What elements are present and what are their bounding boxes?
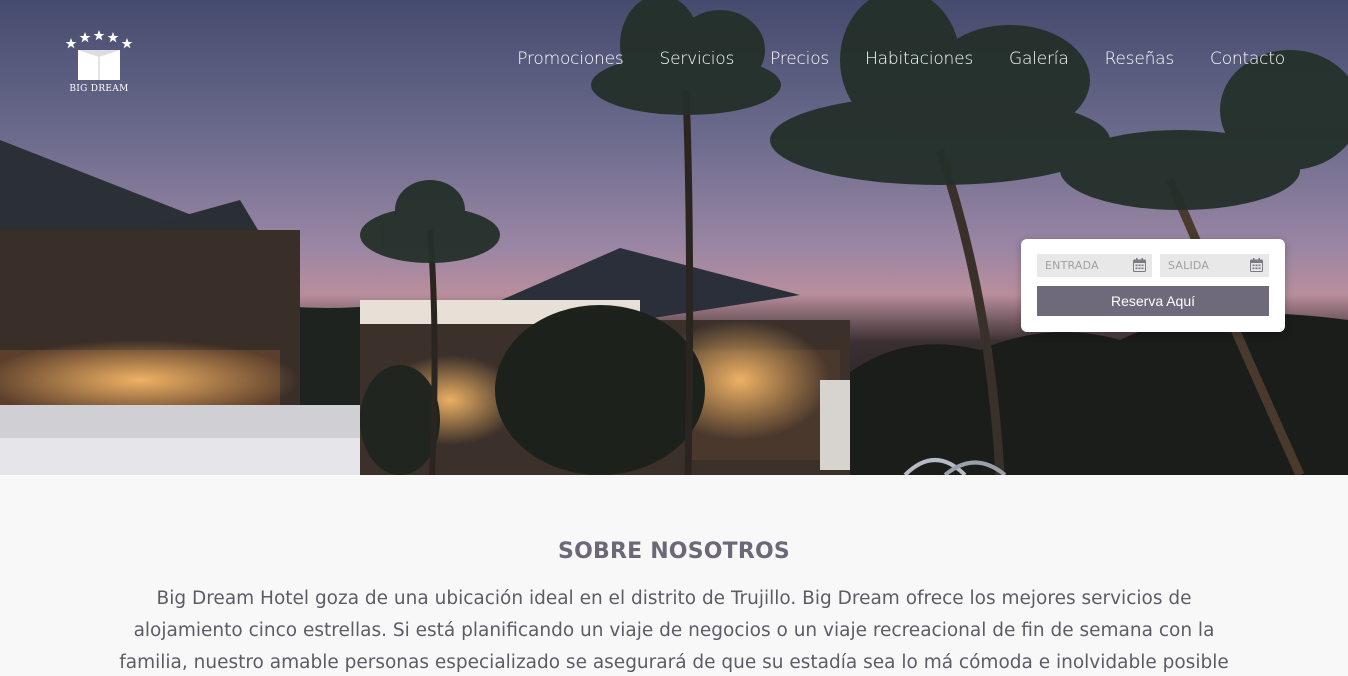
hero-banner: BIG DREAM Promociones Servicios Precios … <box>0 0 1348 475</box>
logo-text: BIG DREAM <box>69 84 129 94</box>
nav-item-galeria[interactable]: Galería <box>1009 49 1069 69</box>
checkout-date-field[interactable]: SALIDA <box>1160 254 1269 277</box>
checkin-placeholder: ENTRADA <box>1045 259 1099 272</box>
booking-widget: ENTRADA SALIDA Reserva Aquí <box>1021 239 1285 332</box>
nav-item-resenas[interactable]: Reseñas <box>1105 49 1175 69</box>
about-section: SOBRE NOSOTROS Big Dream Hotel goza de u… <box>0 475 1348 676</box>
checkout-placeholder: SALIDA <box>1168 259 1210 272</box>
calendar-icon[interactable] <box>1250 258 1263 272</box>
nav-item-promociones[interactable]: Promociones <box>517 49 623 69</box>
nav-item-habitaciones[interactable]: Habitaciones <box>865 49 973 69</box>
nav-item-precios[interactable]: Precios <box>770 49 829 69</box>
reserve-button[interactable]: Reserva Aquí <box>1037 286 1269 316</box>
about-text: Big Dream Hotel goza de una ubicación id… <box>119 588 1229 673</box>
hero-photo <box>0 0 1348 475</box>
nav-item-contacto[interactable]: Contacto <box>1210 49 1285 69</box>
calendar-icon[interactable] <box>1133 258 1146 272</box>
main-nav: Promociones Servicios Precios Habitacion… <box>517 49 1285 69</box>
nav-item-servicios[interactable]: Servicios <box>660 49 735 69</box>
checkin-date-field[interactable]: ENTRADA <box>1037 254 1152 277</box>
about-title: SOBRE NOSOTROS <box>558 539 790 564</box>
